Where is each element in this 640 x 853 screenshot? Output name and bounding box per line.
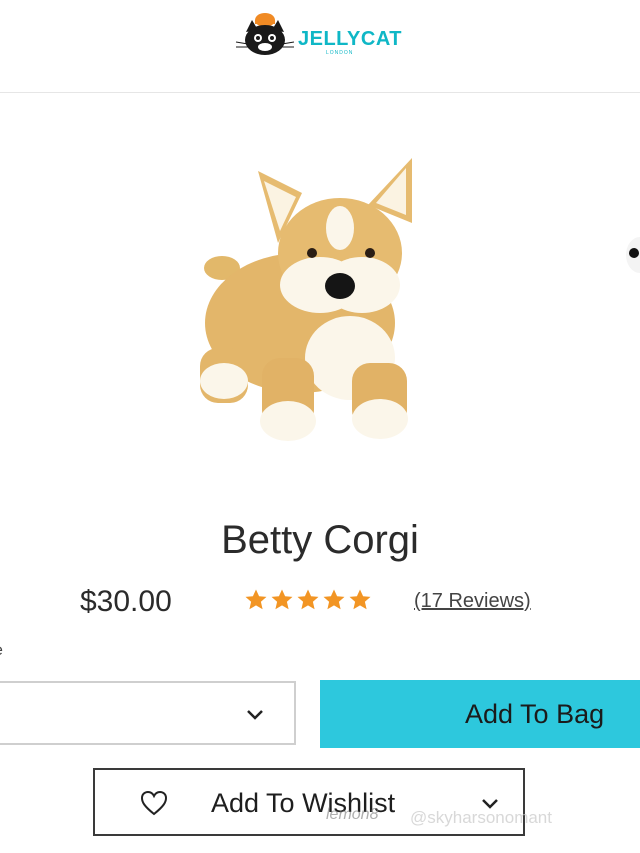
product-price: $30.00 — [80, 585, 172, 618]
size-label: e — [0, 642, 3, 660]
product-image-carousel[interactable] — [0, 93, 640, 503]
brand-subtitle: LONDON — [326, 50, 354, 56]
site-header: JELLYCAT LONDON — [0, 0, 640, 93]
reviews-link[interactable]: (17 Reviews) — [414, 590, 531, 613]
star-icon — [245, 589, 267, 610]
brand-wordmark: JELLYCAT — [298, 28, 403, 50]
product-title: Betty Corgi — [221, 518, 419, 562]
watermark: lemon8 @skyharsonomant — [314, 800, 634, 834]
product-image — [200, 158, 640, 441]
star-icon — [271, 589, 293, 610]
rating-stars[interactable] — [244, 588, 372, 612]
star-icon — [323, 589, 345, 610]
size-select[interactable] — [0, 681, 296, 745]
watermark-app: lemon8 — [326, 806, 379, 823]
chevron-down-icon — [247, 710, 263, 720]
cat-logo-icon — [235, 13, 295, 55]
watermark-user: @skyharsonomant — [410, 808, 552, 827]
star-icon — [349, 589, 371, 610]
star-icon — [297, 589, 319, 610]
jellycat-logo[interactable]: JELLYCAT LONDON — [234, 10, 402, 60]
add-to-bag-button[interactable]: Add To Bag — [320, 680, 640, 748]
heart-icon — [140, 790, 168, 816]
